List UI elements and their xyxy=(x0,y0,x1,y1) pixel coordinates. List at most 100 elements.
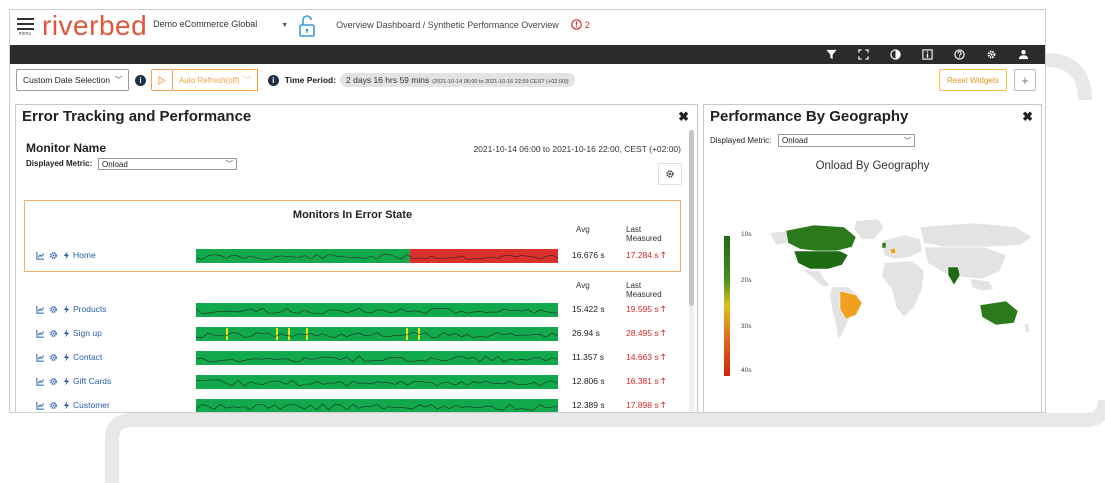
monitor-link[interactable]: Sign up xyxy=(73,328,102,338)
breadcrumb: Overview Dashboard / Synthetic Performan… xyxy=(336,19,559,30)
gear-icon[interactable] xyxy=(49,353,58,362)
gear-icon[interactable] xyxy=(49,329,58,338)
last-measured-value: 28.495 s 🡑 xyxy=(626,328,666,338)
info-icon[interactable]: i xyxy=(267,74,279,86)
menu-button[interactable]: menu xyxy=(16,15,34,41)
help-icon xyxy=(953,49,965,60)
chart-icon[interactable] xyxy=(36,305,45,314)
monitor-row: Sign up 26.94 s 28.495 s 🡑 xyxy=(36,327,676,345)
time-period-pill: 2 days 16 hrs 59 mins (2021-10-14 06:00 … xyxy=(340,73,575,87)
auto-refresh-label: Auto Refresh(off) xyxy=(178,75,240,85)
filter-button[interactable] xyxy=(815,49,847,60)
monitor-link[interactable]: Contact xyxy=(73,352,102,362)
map-region-australia xyxy=(979,300,1019,326)
gear-icon[interactable] xyxy=(49,251,58,260)
monitor-link[interactable]: Customer xyxy=(73,400,110,410)
play-button[interactable] xyxy=(150,69,173,91)
date-range: 2021-10-14 06:00 to 2021-10-16 22:00, CE… xyxy=(473,144,681,154)
color-legend-bar xyxy=(724,236,730,376)
user-button[interactable] xyxy=(1007,49,1039,60)
play-icon xyxy=(158,75,166,85)
filter-icon xyxy=(825,49,837,60)
contrast-button[interactable] xyxy=(879,49,911,60)
monitor-link[interactable]: Gift Cards xyxy=(73,376,111,386)
monitor-link[interactable]: Products xyxy=(73,304,107,314)
sparkline xyxy=(196,351,558,365)
top-header: menu riverbed Demo eCommerce Global ▼ Ov… xyxy=(10,10,1045,45)
time-period-label: Time Period: xyxy=(284,75,337,85)
lightning-icon[interactable] xyxy=(62,305,71,314)
monitor-row: Customer 12.389 s 17.898 s 🡑 xyxy=(36,399,676,412)
geography-panel: Performance By Geography ✖ Displayed Met… xyxy=(703,104,1042,412)
monitor-link[interactable]: Home xyxy=(73,250,96,260)
arrow-up-icon: 🡑 xyxy=(661,304,666,314)
close-icon[interactable]: ✖ xyxy=(678,109,689,125)
chevron-down-icon: ﹀ xyxy=(904,137,911,145)
map-region-alaska xyxy=(769,230,789,246)
error-state-title: Monitors In Error State xyxy=(292,209,413,221)
auto-refresh-dropdown[interactable]: Auto Refresh(off) ﹀ xyxy=(172,69,258,91)
map-region-india xyxy=(947,266,961,286)
sparkline xyxy=(196,375,558,389)
sparkline xyxy=(196,303,558,317)
last-measured-column-header: Last Measured xyxy=(626,225,662,243)
controls-bar: Custom Date Selection ﹀ i Auto Refresh(o… xyxy=(10,64,1045,96)
last-measured-value: 17.284 s 🡑 xyxy=(626,250,666,260)
gear-icon[interactable] xyxy=(49,401,58,410)
widget-settings-button[interactable] xyxy=(658,163,682,185)
map-region-africa xyxy=(881,260,925,318)
reset-widgets-button[interactable]: Reset Widgets xyxy=(939,69,1007,91)
fullscreen-button[interactable] xyxy=(847,49,879,60)
map-region-canada xyxy=(783,224,857,252)
last-measured-value: 19.595 s 🡑 xyxy=(626,304,666,314)
chart-icon[interactable] xyxy=(36,329,45,338)
geo-metric-select[interactable]: Onload ﹀ xyxy=(778,134,915,147)
avg-value: 15.422 s xyxy=(572,304,605,314)
panel-title: Error Tracking and Performance xyxy=(22,108,252,125)
info-square-icon xyxy=(921,49,933,60)
last-measured-value: 14.663 s 🡑 xyxy=(626,352,666,362)
info-icon[interactable]: i xyxy=(134,74,146,86)
close-icon[interactable]: ✖ xyxy=(1022,109,1033,125)
avg-value: 12.389 s xyxy=(572,400,605,410)
gear-icon[interactable] xyxy=(49,305,58,314)
displayed-metric-select[interactable]: Onload ﹀ xyxy=(98,158,237,170)
info-button[interactable] xyxy=(911,49,943,60)
settings-button[interactable] xyxy=(975,49,1007,60)
map-region-asia xyxy=(923,246,1007,280)
unlock-icon[interactable] xyxy=(298,14,316,37)
monitor-row: Products 15.422 s 19.595 s 🡑 xyxy=(36,303,676,321)
panel-title: Performance By Geography xyxy=(710,108,909,125)
chart-icon[interactable] xyxy=(36,377,45,386)
chart-icon[interactable] xyxy=(36,401,45,410)
date-selection-dropdown[interactable]: Custom Date Selection ﹀ xyxy=(16,69,129,91)
site-name: Demo eCommerce Global xyxy=(153,18,258,29)
chart-icon[interactable] xyxy=(36,353,45,362)
gear-icon xyxy=(666,170,674,178)
alert-count[interactable]: 2 xyxy=(585,20,590,30)
help-button[interactable] xyxy=(943,49,975,60)
site-dropdown-caret[interactable]: ▼ xyxy=(281,22,288,29)
lightning-icon[interactable] xyxy=(62,251,71,260)
arrow-up-icon: 🡑 xyxy=(661,328,666,338)
alert-icon[interactable] xyxy=(570,19,582,30)
displayed-metric-value: Onload xyxy=(102,159,128,169)
avg-value: 26.94 s xyxy=(572,328,600,338)
displayed-metric-label: Displayed Metric: xyxy=(710,136,772,145)
dark-toolbar xyxy=(10,45,1045,64)
map-region-uk xyxy=(881,241,887,249)
map-region-greenland xyxy=(853,218,885,240)
contrast-icon xyxy=(889,49,901,60)
map-region-central-europe xyxy=(889,247,897,255)
scrollbar-thumb[interactable] xyxy=(689,130,694,306)
date-selection-label: Custom Date Selection xyxy=(23,75,110,85)
user-icon xyxy=(1018,50,1028,60)
lightning-icon[interactable] xyxy=(62,329,71,338)
lightning-icon[interactable] xyxy=(62,353,71,362)
lightning-icon[interactable] xyxy=(62,377,71,386)
gear-icon[interactable] xyxy=(49,377,58,386)
lightning-icon[interactable] xyxy=(62,401,71,410)
add-widget-button[interactable]: + xyxy=(1014,69,1036,91)
chart-icon[interactable] xyxy=(36,251,45,260)
world-map[interactable] xyxy=(744,217,1042,352)
